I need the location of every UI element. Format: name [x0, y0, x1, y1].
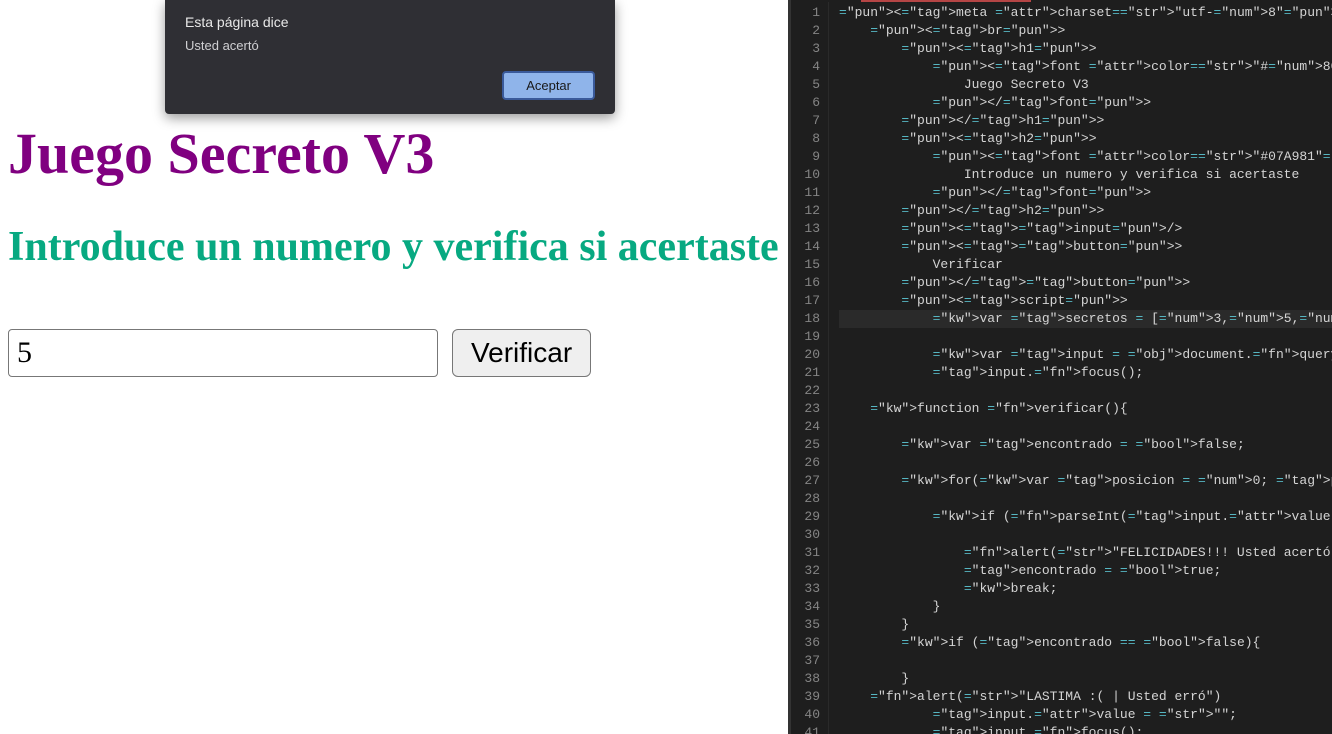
code-line[interactable]: Verificar [839, 256, 1332, 274]
line-number: 32 [791, 562, 820, 580]
code-line[interactable] [839, 454, 1332, 472]
code-line[interactable]: ="pun"><="tag">script="pun">> [839, 292, 1332, 310]
line-number: 3 [791, 40, 820, 58]
verify-button[interactable]: Verificar [452, 329, 591, 377]
code-line[interactable]: ="kw">var ="tag">input = ="obj">document… [839, 346, 1332, 364]
code-line[interactable]: ="pun"><="tag">h2="pun">> [839, 130, 1332, 148]
code-line[interactable]: ="kw">for(="kw">var ="tag">posicion = ="… [839, 472, 1332, 490]
line-number: 22 [791, 382, 820, 400]
line-number-gutter: 1234567891011121314151617181920212223242… [791, 0, 829, 734]
code-line[interactable]: ="fn">alert(="str">"LASTIMA :( | Usted e… [839, 688, 1332, 706]
code-line[interactable]: ="tag">input.="fn">focus(); [839, 724, 1332, 734]
code-line[interactable] [839, 382, 1332, 400]
code-line[interactable]: ="kw">function ="fn">verificar(){ [839, 400, 1332, 418]
code-line[interactable] [839, 328, 1332, 346]
code-line[interactable]: ="pun"><="tag">font ="attr">color=="str"… [839, 58, 1332, 76]
guess-input[interactable] [8, 329, 438, 377]
code-line[interactable]: ="kw">if (="fn">parseInt(="tag">input.="… [839, 508, 1332, 526]
line-number: 38 [791, 670, 820, 688]
code-line[interactable] [839, 418, 1332, 436]
line-number: 7 [791, 112, 820, 130]
code-line[interactable]: ="pun"></="tag">h1="pun">> [839, 112, 1332, 130]
code-line[interactable] [839, 490, 1332, 508]
line-number: 26 [791, 454, 820, 472]
code-line[interactable]: ="kw">var ="tag">encontrado = ="bool">fa… [839, 436, 1332, 454]
code-line[interactable]: ="pun"><="tag">="tag">input="pun">/> [839, 220, 1332, 238]
line-number: 29 [791, 508, 820, 526]
line-number: 34 [791, 598, 820, 616]
dialog-title: Esta página dice [185, 14, 595, 30]
line-number: 10 [791, 166, 820, 184]
rendered-page: Juego Secreto V3 Introduce un numero y v… [8, 120, 780, 377]
line-number: 1 [791, 4, 820, 22]
line-number: 37 [791, 652, 820, 670]
line-number: 9 [791, 148, 820, 166]
line-number: 14 [791, 238, 820, 256]
line-number: 18 [791, 310, 820, 328]
dialog-accept-button[interactable]: Aceptar [502, 71, 595, 100]
code-line[interactable]: ="pun"><="tag">h1="pun">> [839, 40, 1332, 58]
code-editor-pane: 1234567891011121314151617181920212223242… [788, 0, 1332, 734]
code-line[interactable]: ="pun"></="tag">font="pun">> [839, 184, 1332, 202]
page-title: Juego Secreto V3 [8, 120, 780, 187]
dialog-message: Usted acertó [185, 38, 595, 53]
code-line[interactable]: } [839, 670, 1332, 688]
code-line[interactable]: ="pun"></="tag">h2="pun">> [839, 202, 1332, 220]
code-line[interactable]: ="pun"><="tag">="tag">button="pun">> [839, 238, 1332, 256]
line-number: 11 [791, 184, 820, 202]
line-number: 28 [791, 490, 820, 508]
browser-preview-pane: Esta página dice Usted acertó Aceptar Ju… [0, 0, 788, 734]
line-number: 15 [791, 256, 820, 274]
code-line[interactable]: } [839, 598, 1332, 616]
page-subtitle: Introduce un numero y verifica si acerta… [8, 223, 780, 273]
code-line[interactable]: Introduce un numero y verifica si acerta… [839, 166, 1332, 184]
line-number: 36 [791, 634, 820, 652]
line-number: 27 [791, 472, 820, 490]
line-number: 17 [791, 292, 820, 310]
line-number: 39 [791, 688, 820, 706]
line-number: 35 [791, 616, 820, 634]
code-line[interactable]: ="kw">break; [839, 580, 1332, 598]
line-number: 31 [791, 544, 820, 562]
line-number: 5 [791, 76, 820, 94]
line-number: 6 [791, 94, 820, 112]
code-area[interactable]: ="pun"><="tag">meta ="attr">charset=="st… [829, 0, 1332, 734]
code-line[interactable]: ="pun"><="tag">meta ="attr">charset=="st… [839, 4, 1332, 22]
code-line[interactable]: Juego Secreto V3 [839, 76, 1332, 94]
code-line[interactable] [839, 526, 1332, 544]
line-number: 20 [791, 346, 820, 364]
line-number: 12 [791, 202, 820, 220]
code-line[interactable]: } [839, 616, 1332, 634]
code-line[interactable]: ="kw">var ="tag">secretos = [="num">3,="… [839, 310, 1332, 328]
js-alert-dialog: Esta página dice Usted acertó Aceptar [165, 0, 615, 114]
line-number: 40 [791, 706, 820, 724]
line-number: 25 [791, 436, 820, 454]
line-number: 23 [791, 400, 820, 418]
line-number: 4 [791, 58, 820, 76]
line-number: 16 [791, 274, 820, 292]
line-number: 41 [791, 724, 820, 734]
code-line[interactable]: ="kw">if (="tag">encontrado == ="bool">f… [839, 634, 1332, 652]
code-line[interactable]: ="tag">encontrado = ="bool">true; [839, 562, 1332, 580]
line-number: 8 [791, 130, 820, 148]
code-line[interactable]: ="pun"><="tag">font ="attr">color=="str"… [839, 148, 1332, 166]
line-number: 2 [791, 22, 820, 40]
code-line[interactable] [839, 652, 1332, 670]
line-number: 21 [791, 364, 820, 382]
code-line[interactable]: ="pun"></="tag">="tag">button="pun">> [839, 274, 1332, 292]
line-number: 19 [791, 328, 820, 346]
line-number: 24 [791, 418, 820, 436]
code-line[interactable]: ="tag">input.="attr">value = ="str">""; [839, 706, 1332, 724]
line-number: 33 [791, 580, 820, 598]
line-number: 30 [791, 526, 820, 544]
line-number: 13 [791, 220, 820, 238]
code-line[interactable]: ="fn">alert(="str">"FELICIDADES!!! Usted… [839, 544, 1332, 562]
code-line[interactable]: ="tag">input.="fn">focus(); [839, 364, 1332, 382]
code-line[interactable]: ="pun"></="tag">font="pun">> [839, 94, 1332, 112]
code-line[interactable]: ="pun"><="tag">br="pun">> [839, 22, 1332, 40]
